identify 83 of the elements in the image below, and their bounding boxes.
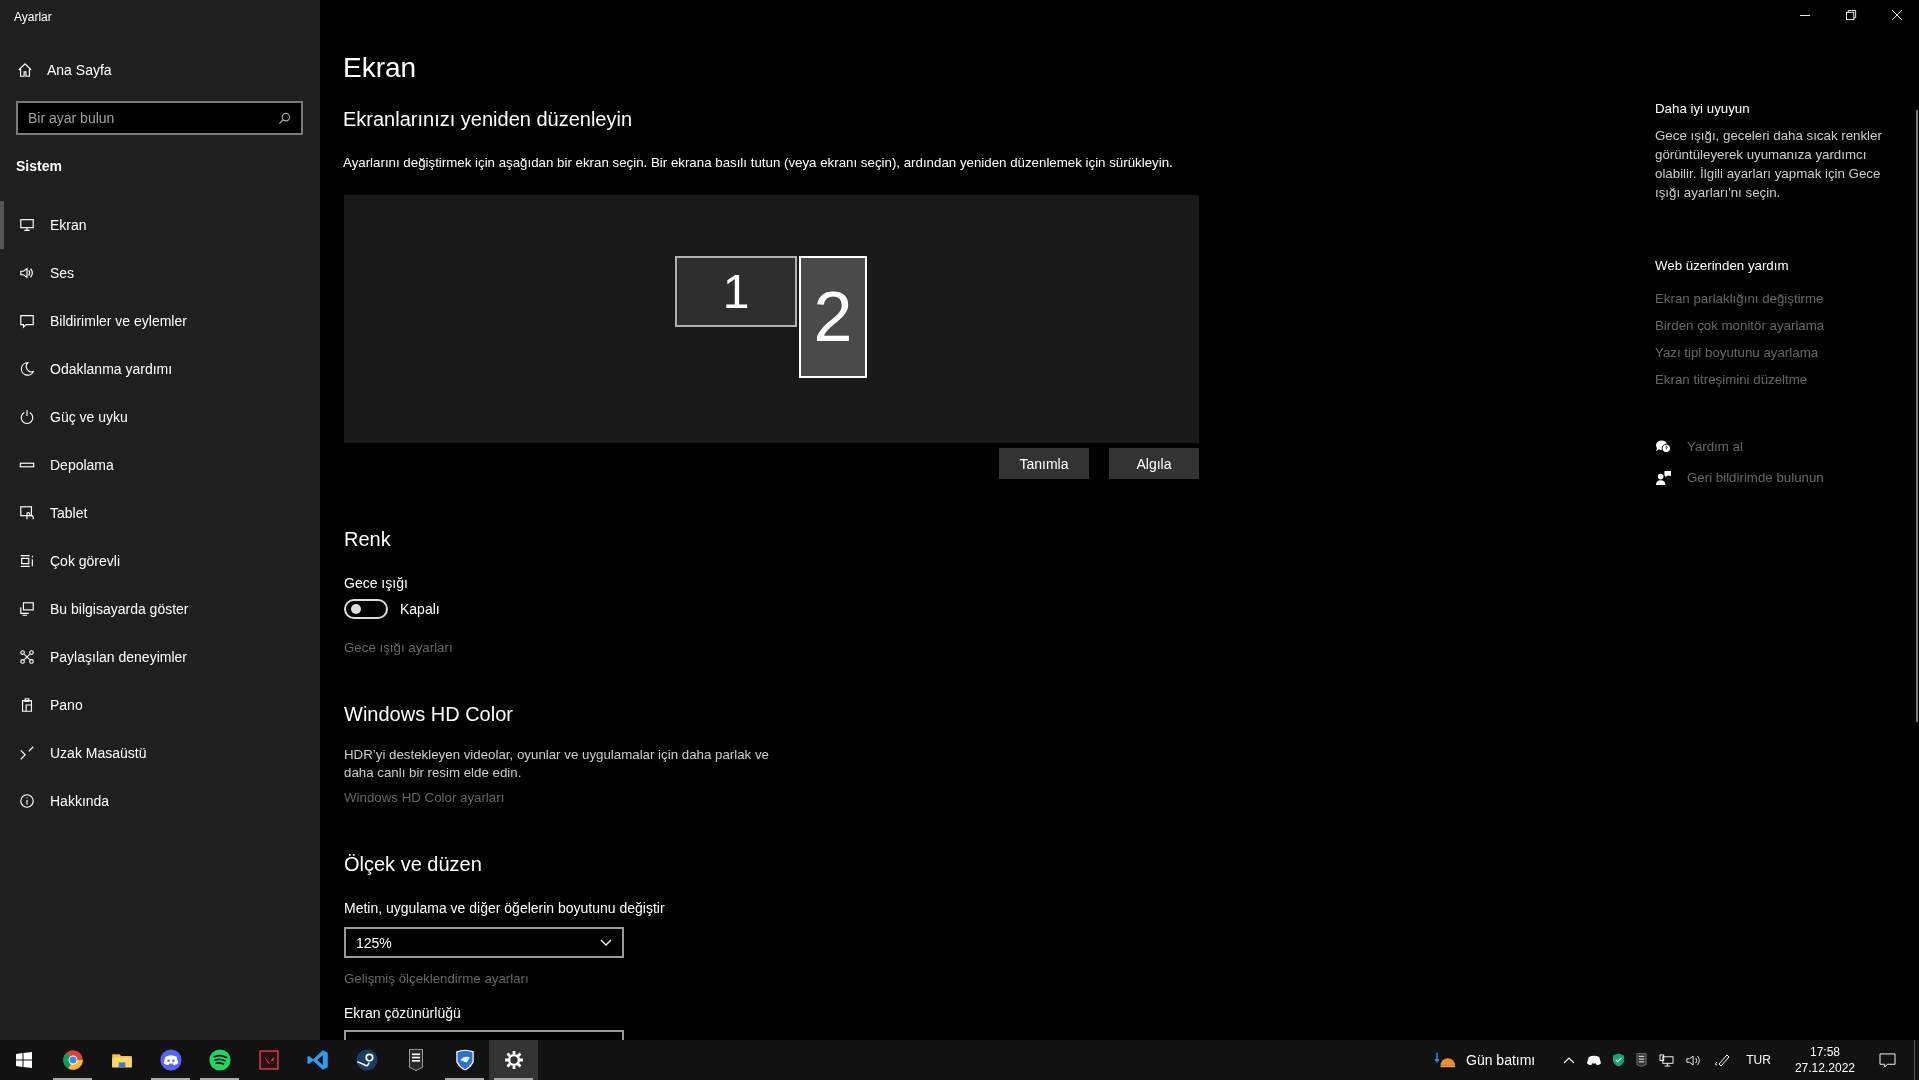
shield-icon[interactable] xyxy=(1613,1053,1625,1067)
settings-link[interactable]: Windows HD Color ayarları xyxy=(344,790,505,805)
windows-icon xyxy=(16,1052,32,1068)
search-icon xyxy=(278,112,291,125)
setting-label: Metin, uygulama ve diğer öğelerin boyutunu değiştir xyxy=(344,900,666,916)
action-button[interactable]: Algıla xyxy=(1109,448,1199,479)
sunset-icon xyxy=(1434,1051,1458,1069)
sidebar-item[interactable]: Hakkında xyxy=(0,777,320,825)
chevron-up-icon[interactable] xyxy=(1563,1056,1576,1064)
close-icon[interactable] xyxy=(1892,10,1903,21)
sidebar-item[interactable]: Bildirimler ve eylemler xyxy=(0,297,320,345)
section-heading: Renk xyxy=(344,528,392,551)
nav-icon xyxy=(19,505,35,521)
window-title: Ayarlar xyxy=(13,9,53,26)
network-icon[interactable] xyxy=(1659,1053,1675,1067)
nav-icon xyxy=(19,601,35,617)
sidebar-item[interactable]: Depolama xyxy=(0,441,320,489)
section-heading: Windows HD Color xyxy=(344,703,514,726)
help-action-link[interactable]: Geri bildirimde bulunun xyxy=(1687,470,1824,485)
nav-icon xyxy=(19,697,35,713)
section-heading: Ekranlarınızı yeniden düzenleyin xyxy=(343,108,634,131)
scale-dropdown[interactable]: 125% xyxy=(344,927,624,958)
language-indicator[interactable]: TUR xyxy=(1746,1053,1771,1067)
toggle-state: Kapalı xyxy=(400,601,440,617)
nav-icon xyxy=(19,265,35,281)
setting-label: Ekran çözünürlüğü xyxy=(344,1005,462,1021)
taskbar-app[interactable] xyxy=(489,1040,538,1080)
nav-icon xyxy=(19,409,35,425)
settings-link[interactable]: Gece ışığı ayarları xyxy=(344,640,453,655)
description-text: Ayarlarını değiştirmek için aşağıdan bir ekran seçin. Bir ekrana basılı tutun (veya ekranı seçin), ardından yeniden düzenlemek için sürükleyin. xyxy=(343,155,1174,170)
nav-icon xyxy=(19,793,35,809)
search-field[interactable]: Bir ayar bulun xyxy=(16,101,303,135)
settings-link[interactable]: Gelişmiş ölçeklendirme ayarları xyxy=(344,971,529,986)
panel-heading: Web üzerinden yardım xyxy=(1655,258,1790,273)
scrollbar[interactable] xyxy=(1916,110,1918,722)
sidebar-item[interactable]: Tablet xyxy=(0,489,320,537)
display-tile[interactable]: 1 xyxy=(675,256,797,327)
description-text: HDR’yi destekleyen videolar, oyunlar ve uygulamalar için daha parlak ve daha canlı bir resim elde edin. xyxy=(344,746,770,782)
weather-widget[interactable]: Gün batımı xyxy=(1434,1051,1536,1069)
sidebar-item[interactable]: Çok görevli xyxy=(0,537,320,585)
nav-icon xyxy=(19,361,35,377)
section-heading: Ölçek ve düzen xyxy=(344,853,483,876)
feedback-icon xyxy=(1655,470,1672,485)
nav-icon xyxy=(19,745,35,761)
nav-icon xyxy=(19,553,35,569)
clock[interactable]: 17:58 27.12.2022 xyxy=(1794,1044,1855,1076)
help-action-link[interactable]: Yardım al xyxy=(1687,439,1743,454)
help-link[interactable]: Ekran titreşimini düzeltme xyxy=(1655,372,1905,387)
home-icon xyxy=(17,62,33,78)
sidebar-item[interactable]: Ses xyxy=(0,249,320,297)
sidebar-item[interactable]: Pano xyxy=(0,681,320,729)
app-icon xyxy=(206,1047,233,1073)
help-chat-icon xyxy=(1655,439,1672,454)
sidebar-item[interactable]: Ekran xyxy=(0,201,320,249)
help-link[interactable]: Yazı tipi boyutunu ayarlama xyxy=(1655,345,1905,360)
speaker-icon[interactable] xyxy=(1686,1053,1703,1067)
restore-icon[interactable] xyxy=(1846,10,1857,21)
panel-heading: Daha iyi uyuyun xyxy=(1655,101,1751,116)
help-link[interactable]: Ekran parlaklığını değiştirme xyxy=(1655,291,1905,306)
sidebar-item[interactable]: Odaklanma yardımı xyxy=(0,345,320,393)
sidebar-item[interactable]: Bu bilgisayarda göster xyxy=(0,585,320,633)
chevron-icon xyxy=(600,938,612,947)
page-title: Ekran xyxy=(343,52,418,85)
nav-icon xyxy=(19,649,35,665)
app-icon xyxy=(353,1047,380,1073)
home-link[interactable]: Ana Sayfa xyxy=(17,60,112,80)
nav-icon xyxy=(19,313,35,329)
toggle-switch[interactable] xyxy=(344,599,388,619)
home-label: Ana Sayfa xyxy=(47,62,112,78)
notification-icon[interactable] xyxy=(1879,1052,1896,1068)
section-title: Sistem xyxy=(16,158,63,174)
help-text: Gece ışığı, geceleri daha sıcak renkler görüntüleyerek uyumanıza yardımcı olabilir. İlgili ayarları yapmak için Gece ışığı ayarları'nı seçin. xyxy=(1655,127,1883,202)
game-launcher-tray-icon[interactable] xyxy=(1636,1053,1648,1067)
app-icon xyxy=(157,1047,184,1073)
action-button[interactable]: Tanımla xyxy=(999,448,1089,479)
nav-icon xyxy=(19,217,35,233)
setting-label: Gece ışığı xyxy=(344,575,409,591)
help-link[interactable]: Birden çok monitör ayarlama xyxy=(1655,318,1905,333)
sidebar-item[interactable]: Uzak Masaüstü xyxy=(0,729,320,777)
pen-icon[interactable] xyxy=(1714,1053,1731,1067)
sidebar-item[interactable]: Güç ve uyku xyxy=(0,393,320,441)
sidebar-item[interactable]: Paylaşılan deneyimler xyxy=(0,633,320,681)
display-tile[interactable]: 2 xyxy=(799,256,867,378)
